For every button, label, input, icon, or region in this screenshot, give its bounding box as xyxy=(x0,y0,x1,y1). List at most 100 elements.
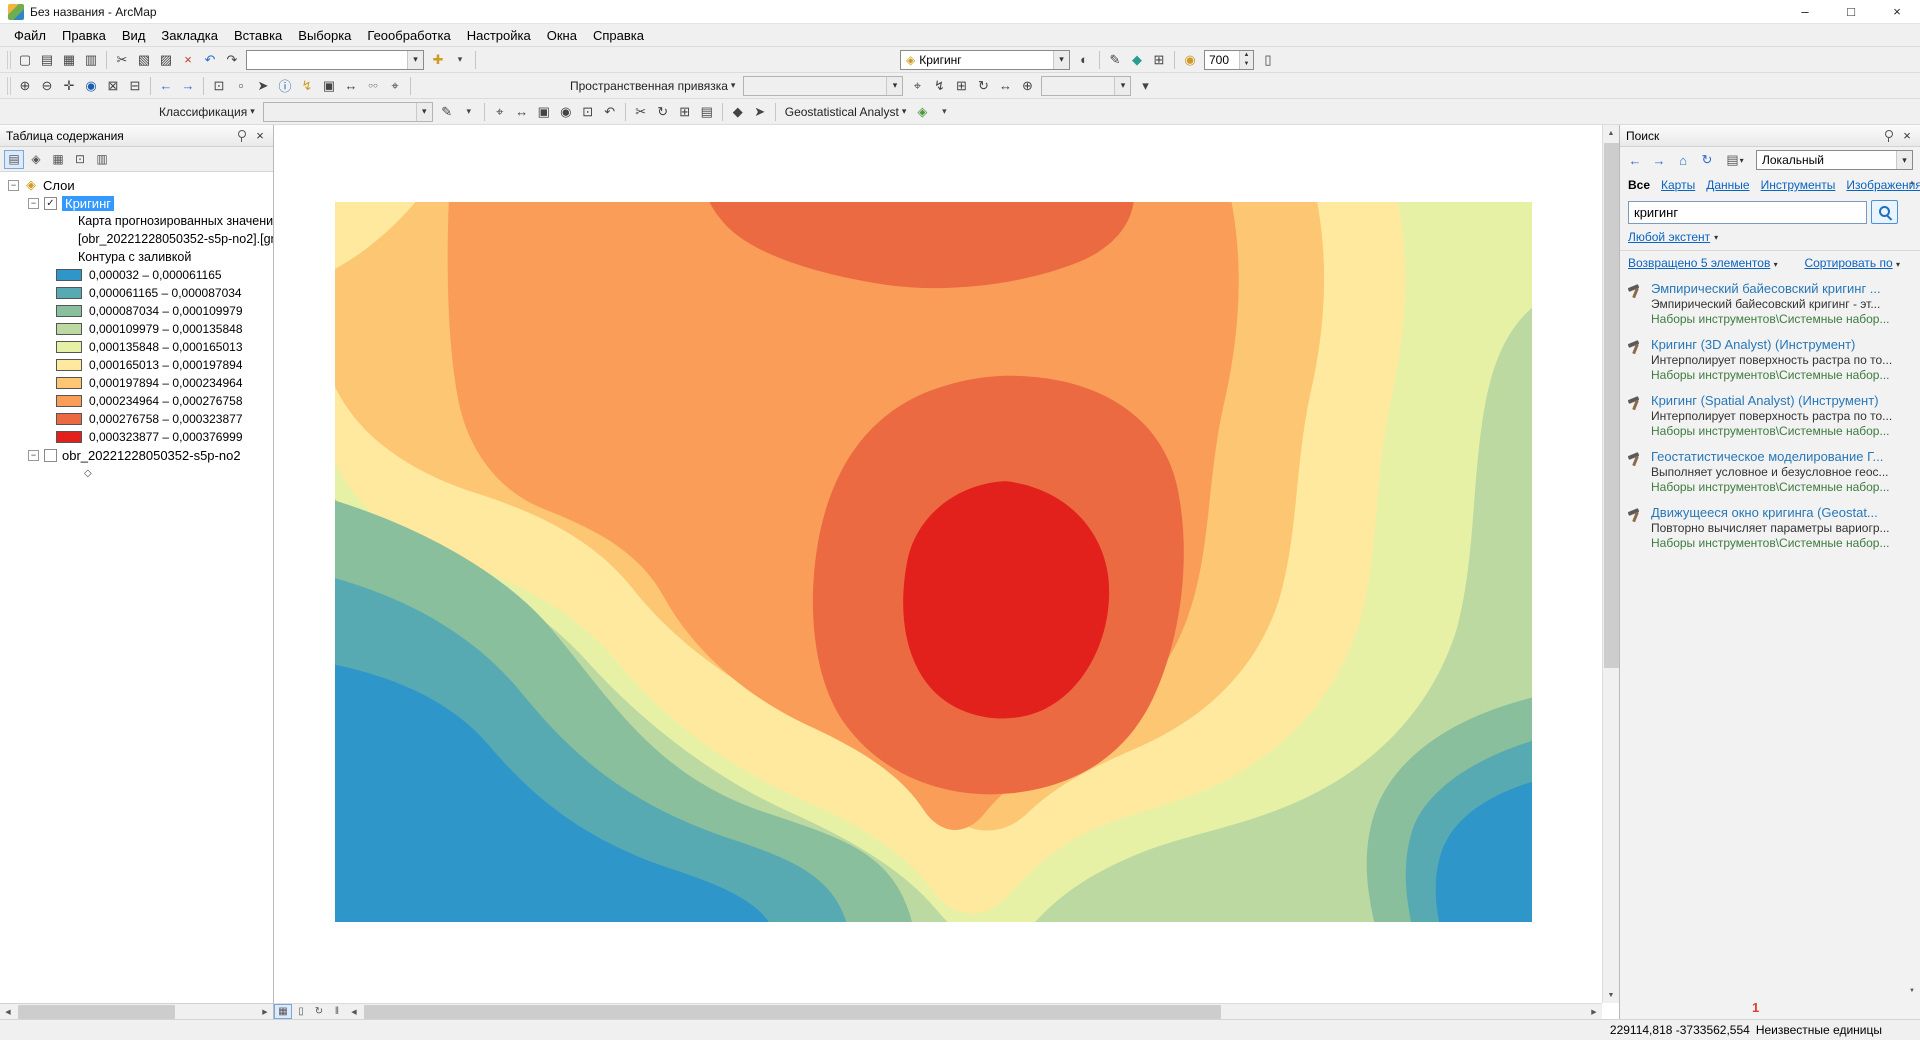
home-icon[interactable]: ⌂ xyxy=(1673,150,1693,170)
trace-icon[interactable]: ➤ xyxy=(749,102,771,122)
list-by-source-icon[interactable]: ◈ xyxy=(26,150,46,169)
pin-icon[interactable] xyxy=(235,129,247,143)
search-result-item[interactable]: Кригинг (3D Analyst) (Инструмент) Интерп… xyxy=(1620,332,1920,388)
auto-registration-icon[interactable]: ↯ xyxy=(928,76,950,96)
redo-icon[interactable]: ↷ xyxy=(221,50,243,70)
menu-item[interactable]: Вид xyxy=(114,25,154,46)
zoom-percent-spinner[interactable]: 700 ▲ ▼ xyxy=(1204,50,1254,70)
search-back-icon[interactable]: ← xyxy=(1625,150,1645,170)
viewer-icon[interactable]: ⊕ xyxy=(1016,76,1038,96)
search-result-item[interactable]: Кригинг (Spatial Analyst) (Инструмент) И… xyxy=(1620,388,1920,444)
result-title-link[interactable]: Геостатистическое моделирование Г... xyxy=(1651,449,1902,464)
collapse-icon[interactable]: − xyxy=(28,450,39,461)
search-forward-icon[interactable]: → xyxy=(1649,150,1669,170)
tree-node-obr-layer[interactable]: − obr_20221228050352-s5p-no2 xyxy=(0,446,273,464)
search-input[interactable] xyxy=(1628,201,1867,224)
menu-item[interactable]: Окна xyxy=(539,25,585,46)
scroll-left-icon[interactable]: ◀ xyxy=(0,1004,16,1020)
menu-item[interactable]: Файл xyxy=(6,25,54,46)
layers-root-label[interactable]: Слои xyxy=(43,178,75,193)
hyperlink-lightning-icon[interactable]: ↯ xyxy=(296,76,318,96)
identify-info-icon[interactable]: ⓘ xyxy=(274,76,296,96)
toolbar-grip[interactable] xyxy=(7,77,11,95)
index-list-icon[interactable]: ▤▾ xyxy=(1721,150,1749,170)
find-binoculars-icon[interactable]: ○○ xyxy=(362,76,384,96)
pause-drawing-icon[interactable]: ‖ xyxy=(328,1004,346,1019)
search-result-item[interactable]: Геостатистическое моделирование Г... Вып… xyxy=(1620,444,1920,500)
tab-all[interactable]: Все xyxy=(1628,178,1650,192)
split-tool-icon[interactable]: ✂ xyxy=(630,102,652,122)
full-extent-globe-icon[interactable]: ◉ xyxy=(80,76,102,96)
chevron-down-icon[interactable]: ▾ xyxy=(1896,260,1900,269)
edit-pencil-icon[interactable]: ✎ xyxy=(436,102,458,122)
fixed-zoom-in-icon[interactable]: ⊠ xyxy=(102,76,124,96)
measure-icon[interactable]: ↔ xyxy=(340,76,362,96)
tree-node-kriging-layer[interactable]: − ✓ Кригинг xyxy=(0,194,273,212)
chevron-down-icon[interactable]: ▾ xyxy=(407,51,423,69)
kriging-layer-combo[interactable]: ◈ Кригинг ▾ xyxy=(900,50,1070,70)
georef-options-icon[interactable]: ▾ xyxy=(1134,76,1156,96)
new-document-icon[interactable]: ▢ xyxy=(14,50,36,70)
shift-icon[interactable]: ↔ xyxy=(994,76,1016,96)
menu-item[interactable]: Закладка xyxy=(153,25,226,46)
map-scale-combo[interactable]: ▾ xyxy=(246,50,424,70)
collapse-icon[interactable]: − xyxy=(8,180,19,191)
scroll-up-icon[interactable]: ▲ xyxy=(1904,175,1920,191)
open-icon[interactable]: ▤ xyxy=(36,50,58,70)
scroll-down-icon[interactable]: ▼ xyxy=(1904,983,1920,999)
search-result-item[interactable]: Движущееся окно кригинга (Geostat... Пов… xyxy=(1620,500,1920,556)
search-button[interactable] xyxy=(1871,200,1898,224)
construct-rectangle-icon[interactable]: ⊡ xyxy=(577,102,599,122)
legend-class-row[interactable]: 0,000032 – 0,000061165 xyxy=(0,266,273,284)
geostatistical-chevron-icon[interactable]: ▾ xyxy=(933,102,955,122)
snap-icon[interactable]: ◆ xyxy=(727,102,749,122)
rotate-tool-icon[interactable]: ↻ xyxy=(652,102,674,122)
maximize-icon[interactable]: □ xyxy=(1828,0,1874,24)
extent-link[interactable]: Любой экстент xyxy=(1628,230,1710,244)
construct-line-icon[interactable]: ↔ xyxy=(511,102,533,122)
legend-class-row[interactable]: 0,000234964 – 0,000276758 xyxy=(0,392,273,410)
legend-class-row[interactable]: 0,000109979 – 0,000135848 xyxy=(0,320,273,338)
legend-class-row[interactable]: 0,000087034 – 0,000109979 xyxy=(0,302,273,320)
delete-icon[interactable]: × xyxy=(177,50,199,70)
scroll-right-icon[interactable]: ▶ xyxy=(257,1004,273,1020)
forward-extent-icon[interactable]: → xyxy=(177,76,199,96)
search-result-item[interactable]: Эмпирический байесовский кригинг ... Эмп… xyxy=(1620,276,1920,332)
result-title-link[interactable]: Кригинг (3D Analyst) (Инструмент) xyxy=(1651,337,1902,352)
scrollbar-thumb[interactable] xyxy=(364,1005,1221,1019)
fixed-zoom-out-icon[interactable]: ⊟ xyxy=(124,76,146,96)
scroll-down-icon[interactable]: ▼ xyxy=(1603,987,1619,1003)
paste-icon[interactable]: ▨ xyxy=(155,50,177,70)
zoom-percent-value[interactable]: 700 xyxy=(1205,51,1239,69)
sketch-properties-icon[interactable]: ▤ xyxy=(696,102,718,122)
link-table-icon[interactable]: ⊞ xyxy=(950,76,972,96)
add-data-chevron-icon[interactable]: ▾ xyxy=(449,50,471,70)
layout-view-icon[interactable]: ▯ xyxy=(292,1004,310,1019)
close-icon[interactable]: × xyxy=(1900,128,1914,143)
result-path-link[interactable]: Наборы инструментов\Системные набор... xyxy=(1651,424,1902,438)
scroll-left-icon[interactable]: ◀ xyxy=(346,1004,362,1020)
tab-data[interactable]: Данные xyxy=(1706,178,1749,192)
layer-visibility-checkbox-unchecked[interactable] xyxy=(44,449,57,462)
clear-selection-icon[interactable]: ▫ xyxy=(230,76,252,96)
georeferencing-menu[interactable]: Пространственная привязка ▾ xyxy=(565,79,740,93)
scrollbar-thumb[interactable] xyxy=(18,1005,175,1019)
print-icon[interactable]: ▥ xyxy=(80,50,102,70)
close-icon[interactable]: × xyxy=(253,128,267,143)
data-view-icon[interactable]: ▦ xyxy=(274,1004,292,1019)
menu-item[interactable]: Правка xyxy=(54,25,114,46)
select-features-icon[interactable]: ⊡ xyxy=(208,76,230,96)
save-icon[interactable]: ▦ xyxy=(58,50,80,70)
geostatistical-analyst-menu[interactable]: Geostatistical Analyst ▾ xyxy=(780,105,912,119)
add-control-points-icon[interactable]: ⌖ xyxy=(906,76,928,96)
histogram-icon[interactable]: ◐ xyxy=(1073,50,1095,70)
spin-up-icon[interactable]: ▲ xyxy=(1240,51,1253,60)
menu-item[interactable]: Геообработка xyxy=(359,25,458,46)
list-by-visibility-icon[interactable]: ▦ xyxy=(48,150,68,169)
pin-icon[interactable] xyxy=(1882,129,1894,143)
obr-layer-label[interactable]: obr_20221228050352-s5p-no2 xyxy=(62,448,241,463)
tab-tools[interactable]: Инструменты xyxy=(1761,178,1836,192)
scroll-up-icon[interactable]: ▲ xyxy=(1603,125,1619,141)
minimize-icon[interactable]: – xyxy=(1782,0,1828,24)
result-path-link[interactable]: Наборы инструментов\Системные набор... xyxy=(1651,536,1902,550)
